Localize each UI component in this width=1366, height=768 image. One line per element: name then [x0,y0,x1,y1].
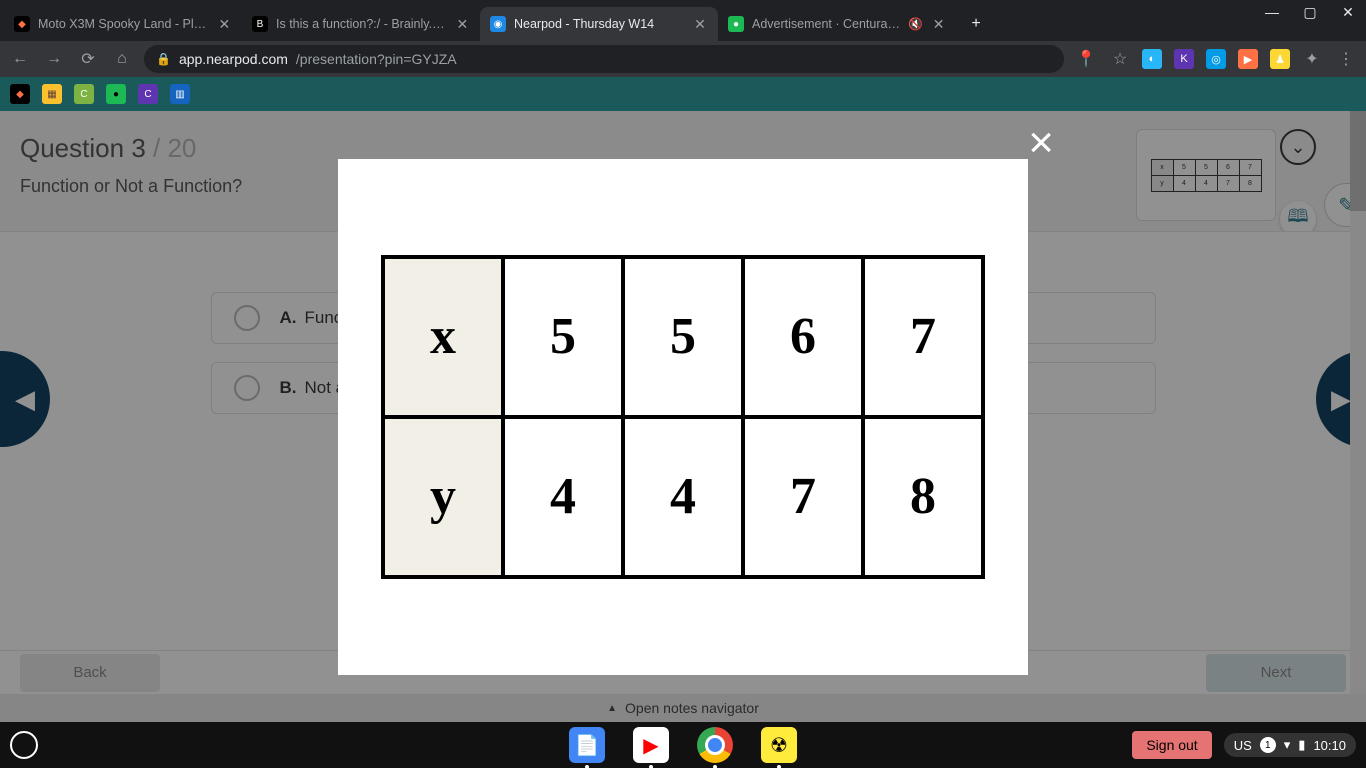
bookmarks-bar: ◆ ▦ C ● C ▥ [0,77,1366,111]
forward-button[interactable]: → [42,47,66,71]
window-maximize[interactable]: ▢ [1298,4,1322,21]
battery-icon: ▮ [1298,737,1305,753]
chrome-menu[interactable]: ⋮ [1334,47,1358,71]
tab-title: Nearpod - Thursday W14 [514,17,684,31]
bookmark-item[interactable]: ● [106,84,126,104]
clock: 10:10 [1313,738,1346,753]
shelf-apps: 📄 ▶ ☢ [569,727,797,763]
tab-strip: — ▢ ✕ ◆ Moto X3M Spooky Land - Play it ✕ BI… [0,0,1366,41]
image-lightbox-overlay[interactable]: × x5567y4478 [0,111,1366,722]
extension-icon[interactable]: ◎ [1206,49,1226,69]
toolbar: ← → ⟳ ⌂ 🔒 app.nearpod.com/presentation?p… [0,41,1366,77]
url-host: app.nearpod.com [179,51,288,67]
lightbox-content: x5567y4478 [338,159,1028,675]
extension-icon[interactable]: K [1174,49,1194,69]
shelf-app-radiation[interactable]: ☢ [761,727,797,763]
address-bar[interactable]: 🔒 app.nearpod.com/presentation?pin=GYJZA [144,45,1064,73]
location-icon[interactable]: 📍 [1074,47,1098,71]
lightbox-close-button[interactable]: × [1028,121,1054,165]
tab-favicon: ◆ [14,16,30,32]
reload-button[interactable]: ⟳ [76,47,100,71]
status-tray[interactable]: US 1 ▾ ▮ 10:10 [1224,733,1356,757]
tab-close-button[interactable]: ✕ [692,16,708,32]
launcher-button[interactable] [10,731,38,759]
bookmark-item[interactable]: ◆ [10,84,30,104]
tab-close-button[interactable]: ✕ [217,16,232,32]
browser-tab[interactable]: ◉ Nearpod - Thursday W14 ✕ [480,7,718,41]
chromeos-shelf: 📄 ▶ ☢ Sign out US 1 ▾ ▮ 10:10 [0,722,1366,768]
browser-tab[interactable]: ◆ Moto X3M Spooky Land - Play it ✕ [4,7,242,41]
ime-indicator: US [1234,738,1252,753]
tab-favicon: B [252,16,268,32]
tab-title: Advertisement · Centura Hea [752,17,900,31]
new-tab-button[interactable]: + [962,10,990,38]
browser-tab[interactable]: B Is this a function?:/ - Brainly.com ✕ [242,7,480,41]
extensions-area: ◐ K ◎ ▶ ♟ [1142,49,1290,69]
window-close[interactable]: ✕ [1336,4,1360,21]
shelf-app-youtube[interactable]: ▶ [633,727,669,763]
tab-favicon: ● [728,16,744,32]
url-path: /presentation?pin=GYJZA [296,51,457,67]
window-controls: — ▢ ✕ [1260,4,1360,21]
tab-close-button[interactable]: ✕ [931,16,946,32]
bookmark-item[interactable]: C [138,84,158,104]
shelf-app-chrome[interactable] [697,727,733,763]
extension-icon[interactable]: ◐ [1142,49,1162,69]
bookmark-star-icon[interactable]: ☆ [1108,47,1132,71]
shelf-status-area: Sign out US 1 ▾ ▮ 10:10 [1132,731,1356,759]
notification-badge: 1 [1260,737,1276,753]
home-button[interactable]: ⌂ [110,47,134,71]
tab-title: Is this a function?:/ - Brainly.com [276,17,447,31]
extensions-button[interactable]: ✦ [1300,47,1324,71]
window-minimize[interactable]: — [1260,4,1284,21]
shelf-app-docs[interactable]: 📄 [569,727,605,763]
bookmark-item[interactable]: ▥ [170,84,190,104]
browser-tab[interactable]: ● Advertisement · Centura Hea 🔇 ✕ [718,7,956,41]
lock-icon: 🔒 [156,52,171,66]
bookmark-item[interactable]: ▦ [42,84,62,104]
tab-mute-icon[interactable]: 🔇 [908,16,923,32]
sign-out-button[interactable]: Sign out [1132,731,1211,759]
wifi-icon: ▾ [1284,737,1291,753]
tab-favicon: ◉ [490,16,506,32]
browser-chrome: — ▢ ✕ ◆ Moto X3M Spooky Land - Play it ✕ BI… [0,0,1366,111]
nearpod-page: Question 3 / 20 Function or Not a Functi… [0,111,1366,722]
tab-close-button[interactable]: ✕ [455,16,470,32]
tab-title: Moto X3M Spooky Land - Play it [38,17,209,31]
extension-icon[interactable]: ▶ [1238,49,1258,69]
back-button[interactable]: ← [8,47,32,71]
function-table: x5567y4478 [381,255,985,579]
extension-icon[interactable]: ♟ [1270,49,1290,69]
bookmark-item[interactable]: C [74,84,94,104]
